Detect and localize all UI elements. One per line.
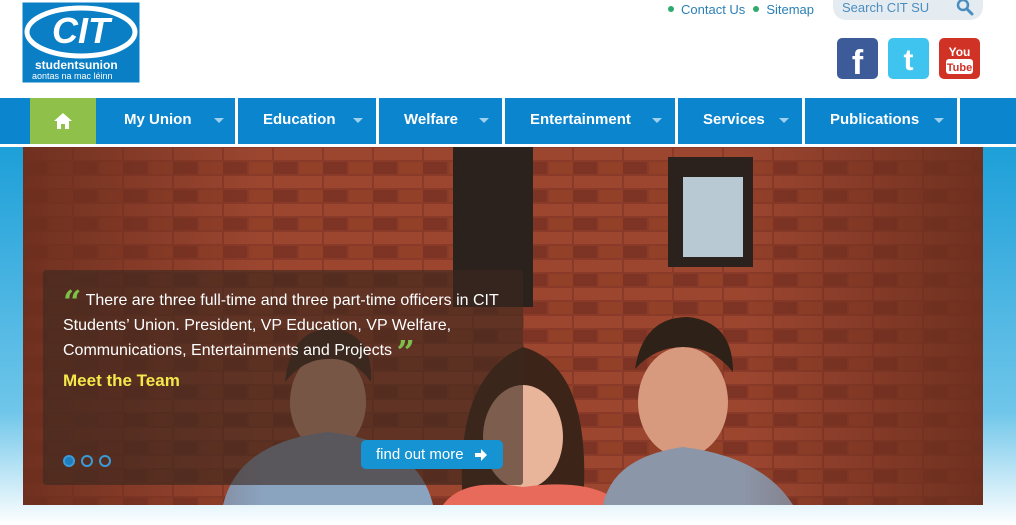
hero-caption: “ There are three full-time and three pa… — [43, 270, 523, 485]
nav-welfare[interactable]: Welfare — [379, 98, 505, 144]
arrow-right-icon — [474, 448, 487, 461]
nav-services[interactable]: Services — [678, 98, 805, 144]
search-box — [833, 0, 983, 20]
svg-text:f: f — [852, 44, 864, 79]
slide-dot-2[interactable] — [81, 455, 93, 467]
chevron-down-icon[interactable] — [479, 118, 489, 123]
nav-publications[interactable]: Publications — [805, 98, 960, 144]
open-quote-icon: “ — [63, 283, 82, 321]
nav-entertainment[interactable]: Entertainment — [505, 98, 678, 144]
main-navigation: My Union Education Welfare Entertainment… — [0, 98, 1016, 147]
svg-text:t: t — [904, 44, 914, 77]
contact-us-link[interactable]: Contact Us — [681, 2, 745, 17]
nav-item-label: Welfare — [404, 111, 458, 128]
chevron-down-icon[interactable] — [652, 118, 662, 123]
slide-dot-3[interactable] — [99, 455, 111, 467]
chevron-down-icon[interactable] — [214, 118, 224, 123]
logo-students-union-text: studentsunion — [35, 58, 118, 72]
svg-text:Tube: Tube — [947, 62, 972, 74]
bullet-icon — [668, 6, 674, 12]
nav-item-label: Services — [703, 111, 765, 128]
nav-item-label: Entertainment — [530, 111, 631, 128]
nav-my-union[interactable]: My Union — [99, 98, 238, 144]
slider-pagination — [63, 455, 117, 467]
meet-the-team-link[interactable]: Meet the Team — [63, 371, 180, 391]
svg-text:You: You — [949, 45, 971, 59]
slide-dot-1[interactable] — [63, 455, 75, 467]
sitemap-link[interactable]: Sitemap — [766, 2, 814, 17]
nav-item-label: Education — [263, 111, 336, 128]
nav-item-label: My Union — [124, 111, 192, 128]
cit-students-union-logo[interactable]: CIT studentsunion aontas na mac léinn — [22, 2, 140, 83]
twitter-icon[interactable]: t — [888, 38, 929, 79]
nav-education[interactable]: Education — [238, 98, 379, 144]
close-quote-icon: ” — [396, 333, 415, 371]
chevron-down-icon[interactable] — [353, 118, 363, 123]
search-input[interactable] — [842, 0, 952, 16]
search-icon[interactable] — [956, 0, 974, 16]
facebook-icon[interactable]: f — [837, 38, 878, 79]
logo-irish-text: aontas na mac léinn — [32, 71, 113, 81]
top-links: Contact Us Sitemap — [668, 0, 822, 18]
nav-item-label: Publications — [830, 111, 920, 128]
logo-cit-text: CIT — [52, 10, 113, 51]
youtube-icon[interactable]: You Tube — [939, 38, 980, 79]
chevron-down-icon[interactable] — [779, 118, 789, 123]
chevron-down-icon[interactable] — [934, 118, 944, 123]
home-icon — [54, 113, 72, 129]
hero-quote-text: There are three full-time and three part… — [63, 292, 499, 359]
find-out-more-label: find out more — [376, 446, 464, 463]
home-button[interactable] — [30, 98, 96, 144]
hero-slide: “ There are three full-time and three pa… — [23, 147, 983, 505]
hero-quote: “ There are three full-time and three pa… — [63, 286, 503, 368]
find-out-more-button[interactable]: find out more — [361, 440, 503, 469]
bullet-icon — [753, 6, 760, 12]
